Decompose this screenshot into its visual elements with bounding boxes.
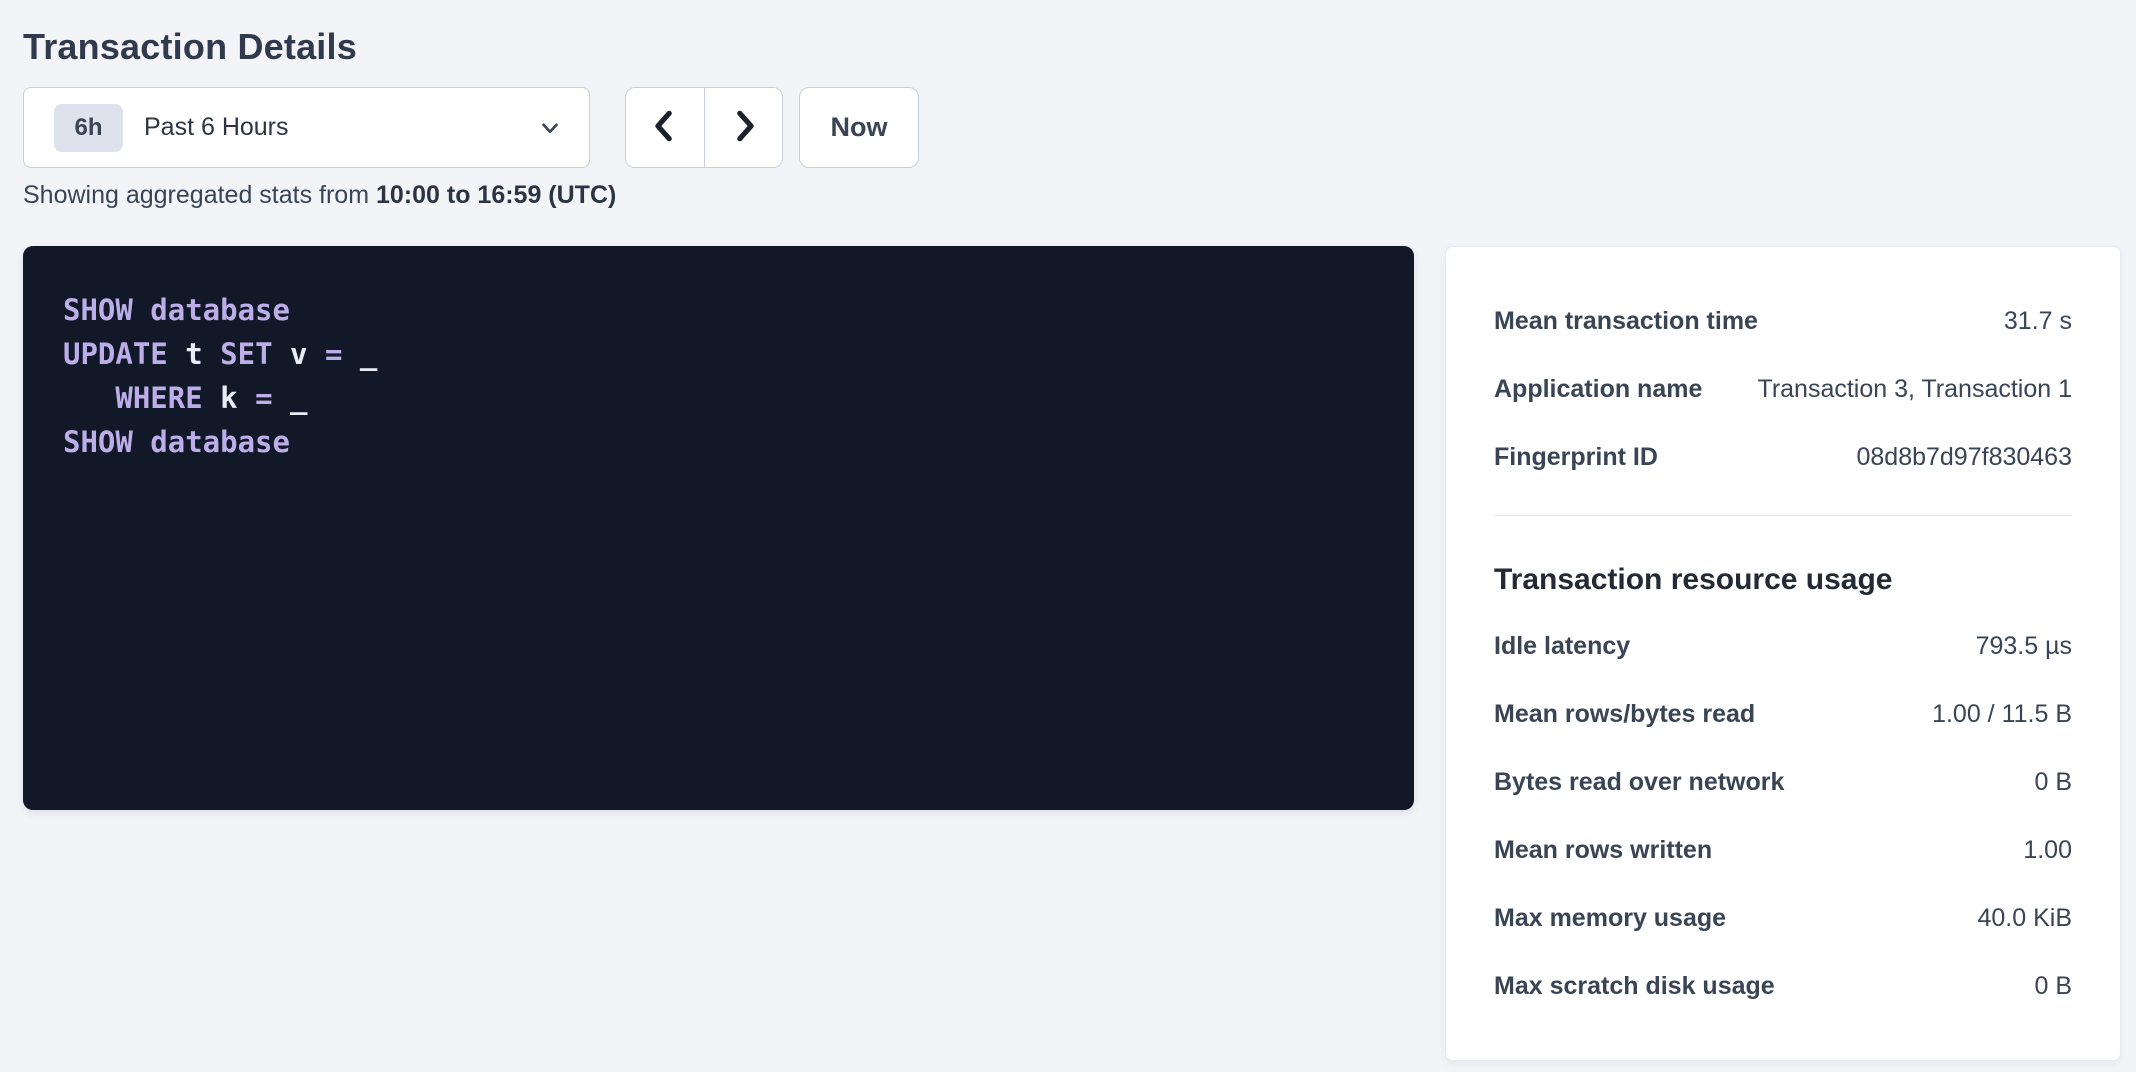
time-range-label: Past 6 Hours [144, 113, 289, 142]
sql-statements-box: SHOW database UPDATE t SET v = _ WHERE k … [23, 246, 1414, 810]
sql-token-keyword: WHERE [115, 381, 202, 415]
usage-row-value: 40.0 KiB [1977, 904, 2072, 933]
sql-token-keyword: UPDATE [63, 337, 168, 371]
usage-row-label: Max memory usage [1494, 904, 1726, 933]
sql-token-plain: _ [342, 337, 377, 371]
caption-time-range: 10:00 to 16:59 (UTC) [376, 181, 616, 209]
summary-row: Fingerprint ID 08d8b7d97f830463 [1494, 423, 2072, 491]
sql-token-plain: _ [273, 381, 308, 415]
usage-row: Mean rows written 1.00 [1494, 816, 2072, 884]
page-title: Transaction Details [23, 24, 2136, 69]
chevron-left-icon [648, 107, 682, 148]
prev-time-button[interactable] [626, 88, 704, 167]
sql-token-keyword: = [255, 381, 272, 415]
usage-row-label: Mean rows/bytes read [1494, 700, 1755, 729]
time-range-badge: 6h [54, 104, 123, 152]
summary-row: Mean transaction time 31.7 s [1494, 287, 2072, 355]
summary-row: Application name Transaction 3, Transact… [1494, 355, 2072, 423]
sql-code-line: SHOW database [63, 288, 1374, 332]
main-content: SHOW database UPDATE t SET v = _ WHERE k … [23, 246, 2136, 1061]
summary-row-label: Mean transaction time [1494, 307, 1758, 336]
summary-row-value: 31.7 s [2004, 307, 2072, 336]
sql-token-plain: k [203, 381, 255, 415]
card-divider [1494, 515, 2072, 516]
sql-token-plain: t [168, 337, 220, 371]
usage-row-label: Bytes read over network [1494, 768, 1784, 797]
usage-row-label: Idle latency [1494, 632, 1630, 661]
usage-row-label: Mean rows written [1494, 836, 1712, 865]
usage-row-value: 793.5 µs [1976, 632, 2072, 661]
now-button[interactable]: Now [799, 87, 919, 168]
usage-row-value: 0 B [2034, 768, 2072, 797]
transaction-details-page: Transaction Details 6h Past 6 Hours [0, 0, 2136, 1061]
summary-row-label: Application name [1494, 375, 1702, 404]
time-range-picker[interactable]: 6h Past 6 Hours [23, 87, 590, 168]
sql-token-keyword: SHOW database [63, 293, 290, 327]
usage-row: Max scratch disk usage 0 B [1494, 952, 2072, 1020]
sql-code-line: SHOW database [63, 420, 1374, 464]
chevron-right-icon [727, 107, 761, 148]
sql-code: SHOW database UPDATE t SET v = _ WHERE k … [63, 288, 1374, 464]
sql-token-plain: v [273, 337, 325, 371]
usage-row: Max memory usage 40.0 KiB [1494, 884, 2072, 952]
sql-code-line: UPDATE t SET v = _ [63, 332, 1374, 376]
sql-token-keyword: SET [220, 337, 272, 371]
transaction-summary-card: Mean transaction time 31.7 s Application… [1445, 246, 2121, 1061]
summary-row-value: Transaction 3, Transaction 1 [1757, 375, 2072, 404]
summary-row-value: 08d8b7d97f830463 [1856, 443, 2072, 472]
usage-row: Idle latency 793.5 µs [1494, 612, 2072, 680]
aggregated-stats-caption: Showing aggregated stats from 10:00 to 1… [23, 182, 2136, 208]
sql-token-plain [63, 381, 115, 415]
usage-row: Mean rows/bytes read 1.00 / 11.5 B [1494, 680, 2072, 748]
usage-row-label: Max scratch disk usage [1494, 972, 1775, 1001]
chevron-down-icon [537, 115, 563, 141]
next-time-button[interactable] [704, 88, 782, 167]
usage-row-value: 1.00 / 11.5 B [1932, 700, 2072, 729]
usage-row-value: 0 B [2034, 972, 2072, 1001]
summary-row-label: Fingerprint ID [1494, 443, 1658, 472]
sql-token-keyword: SHOW database [63, 425, 290, 459]
resource-usage-section-title: Transaction resource usage [1494, 560, 2072, 600]
usage-row-value: 1.00 [2023, 836, 2072, 865]
sql-token-keyword: = [325, 337, 342, 371]
caption-prefix: Showing aggregated stats from [23, 181, 376, 209]
usage-row: Bytes read over network 0 B [1494, 748, 2072, 816]
time-controls-toolbar: 6h Past 6 Hours [23, 87, 2136, 168]
time-nav-button-group [625, 87, 783, 168]
sql-code-line: WHERE k = _ [63, 376, 1374, 420]
